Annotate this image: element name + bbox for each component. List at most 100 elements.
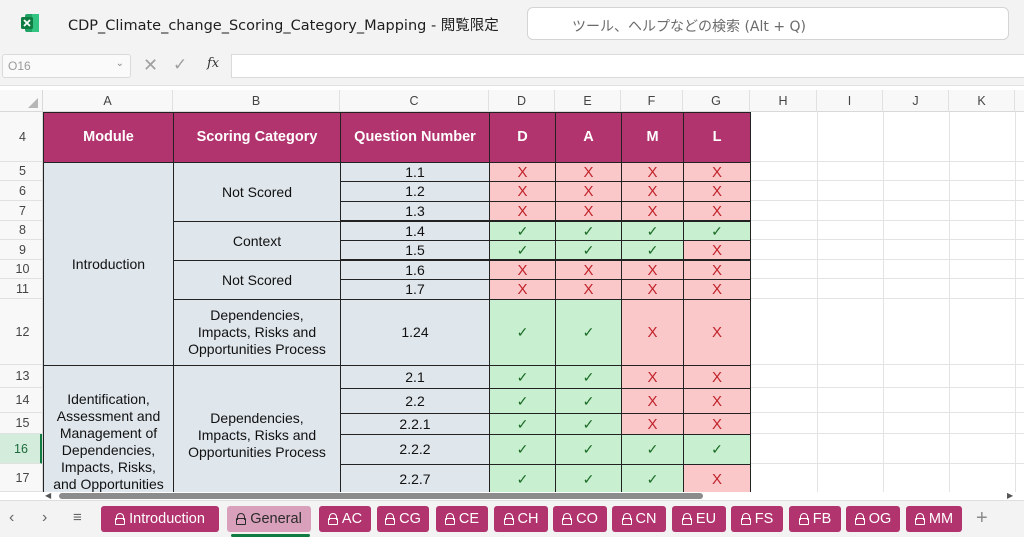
header-question-number[interactable]: Question Number xyxy=(340,112,490,163)
row-header[interactable]: 15 xyxy=(0,413,42,434)
row-header[interactable]: 7 xyxy=(0,201,42,221)
score-cell-m[interactable]: X xyxy=(621,299,684,366)
question-cell[interactable]: 1.7 xyxy=(340,279,490,300)
row-header[interactable]: 13 xyxy=(0,365,42,388)
score-cell-a[interactable]: ✓ xyxy=(555,388,622,414)
score-cell-a[interactable]: X xyxy=(555,181,622,202)
row-header[interactable]: 12 xyxy=(0,299,42,365)
score-cell-l[interactable]: X xyxy=(683,388,751,414)
scroll-left-icon[interactable]: ◀ xyxy=(45,492,51,500)
sheet-tab-eu[interactable]: EU xyxy=(672,506,726,532)
sheet-tab-og[interactable]: OG xyxy=(846,506,900,532)
score-cell-m[interactable]: X xyxy=(621,365,684,389)
module-cell[interactable]: Introduction xyxy=(43,162,174,366)
question-cell[interactable]: 1.6 xyxy=(340,260,490,280)
question-cell[interactable]: 1.2 xyxy=(340,181,490,202)
sheet-tab-ac[interactable]: AC xyxy=(319,506,371,532)
score-cell-d[interactable]: X xyxy=(489,181,556,202)
score-cell-l[interactable]: X xyxy=(683,201,751,221)
score-cell-d[interactable]: X xyxy=(489,279,556,300)
score-cell-m[interactable]: ✓ xyxy=(621,240,684,260)
column-header-a[interactable]: A xyxy=(43,90,173,112)
name-box[interactable]: O16 ⌄ xyxy=(2,54,131,78)
sheet-tab-general[interactable]: General xyxy=(227,506,311,532)
question-cell[interactable]: 1.24 xyxy=(340,299,490,366)
column-header-b[interactable]: B xyxy=(173,90,340,112)
score-cell-a[interactable]: X xyxy=(555,162,622,182)
question-cell[interactable]: 1.3 xyxy=(340,201,490,221)
score-cell-d[interactable]: X xyxy=(489,260,556,280)
row-header[interactable]: 9 xyxy=(0,240,42,260)
question-cell[interactable]: 2.2.2 xyxy=(340,434,490,465)
sheet-tab-fb[interactable]: FB xyxy=(789,506,841,532)
header-a[interactable]: A xyxy=(555,112,622,163)
score-cell-m[interactable]: X xyxy=(621,413,684,435)
score-cell-d[interactable]: ✓ xyxy=(489,365,556,389)
column-header-k[interactable]: K xyxy=(949,90,1015,112)
chevron-right-icon[interactable]: › xyxy=(42,509,47,527)
plus-icon[interactable]: + xyxy=(976,507,988,529)
category-cell[interactable]: Dependencies, Impacts, Risks and Opportu… xyxy=(173,365,341,492)
score-cell-a[interactable]: ✓ xyxy=(555,299,622,366)
score-cell-m[interactable]: X xyxy=(621,181,684,202)
formula-input[interactable] xyxy=(231,54,1024,78)
sheet-tab-introduction[interactable]: Introduction xyxy=(101,506,219,532)
score-cell-d[interactable]: ✓ xyxy=(489,434,556,465)
score-cell-m[interactable]: X xyxy=(621,260,684,280)
score-cell-d[interactable]: ✓ xyxy=(489,388,556,414)
category-cell[interactable]: Not Scored xyxy=(173,260,341,300)
header-m[interactable]: M xyxy=(621,112,684,163)
header-d[interactable]: D xyxy=(489,112,556,163)
category-cell[interactable]: Context xyxy=(173,221,341,261)
score-cell-l[interactable]: ✓ xyxy=(683,434,751,465)
function-icon[interactable]: fx xyxy=(207,56,219,71)
score-cell-l[interactable]: X xyxy=(683,240,751,260)
score-cell-d[interactable]: ✓ xyxy=(489,221,556,241)
row-header[interactable]: 11 xyxy=(0,279,42,299)
check-icon[interactable]: ✓ xyxy=(173,56,187,74)
column-header-f[interactable]: F xyxy=(621,90,683,112)
question-cell[interactable]: 2.1 xyxy=(340,365,490,389)
score-cell-m[interactable]: X xyxy=(621,162,684,182)
horizontal-scrollbar[interactable]: ◀ ▶ xyxy=(43,492,1024,500)
score-cell-a[interactable]: ✓ xyxy=(555,221,622,241)
score-cell-l[interactable]: X xyxy=(683,365,751,389)
sheet-tab-fs[interactable]: FS xyxy=(731,506,783,532)
score-cell-a[interactable]: ✓ xyxy=(555,413,622,435)
score-cell-a[interactable]: X xyxy=(555,201,622,221)
chevron-left-icon[interactable]: ‹ xyxy=(9,509,14,527)
score-cell-l[interactable]: X xyxy=(683,464,751,492)
sheet-tab-co[interactable]: CO xyxy=(553,506,607,532)
scroll-right-icon[interactable]: ▶ xyxy=(1007,492,1013,500)
row-header[interactable]: 8 xyxy=(0,221,42,240)
row-header-selected[interactable]: 16 xyxy=(0,434,42,464)
score-cell-l[interactable]: ✓ xyxy=(683,221,751,241)
score-cell-a[interactable]: X xyxy=(555,260,622,280)
question-cell[interactable]: 2.2 xyxy=(340,388,490,414)
row-header[interactable]: 17 xyxy=(0,464,42,492)
score-cell-m[interactable]: X xyxy=(621,388,684,414)
sheet-tab-cn[interactable]: CN xyxy=(612,506,666,532)
row-header[interactable]: 14 xyxy=(0,388,42,413)
sheet-tab-ce[interactable]: CE xyxy=(436,506,488,532)
score-cell-d[interactable]: ✓ xyxy=(489,299,556,366)
sheet-tab-cg[interactable]: CG xyxy=(377,506,429,532)
sheet-tab-ch[interactable]: CH xyxy=(494,506,548,532)
score-cell-d[interactable]: ✓ xyxy=(489,413,556,435)
score-cell-l[interactable]: X xyxy=(683,181,751,202)
column-header-g[interactable]: G xyxy=(683,90,750,112)
header-l[interactable]: L xyxy=(683,112,751,163)
row-header[interactable]: 6 xyxy=(0,181,42,201)
score-cell-l[interactable]: X xyxy=(683,279,751,300)
column-header-i[interactable]: I xyxy=(817,90,883,112)
score-cell-a[interactable]: ✓ xyxy=(555,434,622,465)
column-header-j[interactable]: J xyxy=(883,90,949,112)
sheet-tab-mm[interactable]: MM xyxy=(906,506,962,532)
scrollbar-thumb[interactable] xyxy=(59,493,703,499)
score-cell-l[interactable]: X xyxy=(683,162,751,182)
question-cell[interactable]: 2.2.1 xyxy=(340,413,490,435)
score-cell-d[interactable]: ✓ xyxy=(489,464,556,492)
column-header-e[interactable]: E xyxy=(555,90,621,112)
score-cell-a[interactable]: ✓ xyxy=(555,240,622,260)
score-cell-m[interactable]: ✓ xyxy=(621,221,684,241)
